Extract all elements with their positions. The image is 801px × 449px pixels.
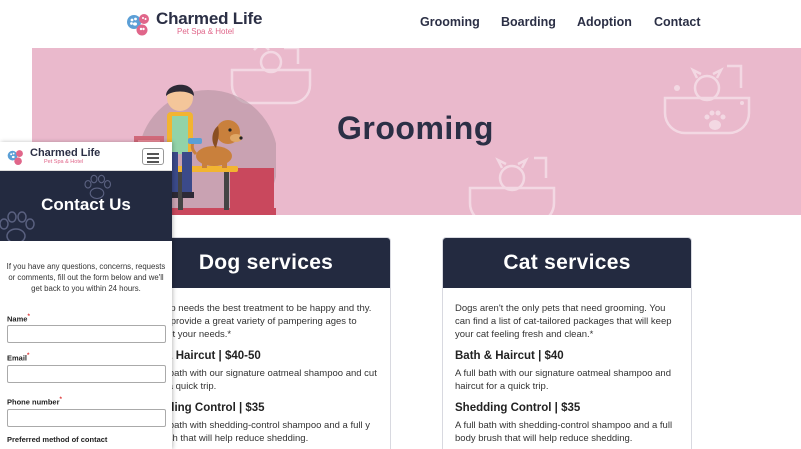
top-navigation: Charmed Life Pet Spa & Hotel Grooming Bo… xyxy=(0,0,801,48)
email-field[interactable] xyxy=(7,365,166,383)
nav-boarding[interactable]: Boarding xyxy=(501,15,556,29)
paw-pattern-icon xyxy=(704,110,726,130)
service-description: A full bath with our signature oatmeal s… xyxy=(455,368,671,392)
mobile-logo-tagline: Pet Spa & Hotel xyxy=(44,159,84,165)
paw-logo-icon xyxy=(7,150,23,165)
service-title: Bath & Haircut | $40 xyxy=(455,350,564,362)
cat-services-title: Cat services xyxy=(443,238,691,288)
mobile-logo-name: Charmed Life xyxy=(30,147,101,159)
name-field[interactable] xyxy=(7,325,166,343)
nav-adoption[interactable]: Adoption xyxy=(577,15,632,29)
service-description: A full bath with shedding-control shampo… xyxy=(455,420,673,444)
logo-tagline: Pet Spa & Hotel xyxy=(177,27,234,36)
dog-services-title: Dog services xyxy=(142,238,390,288)
nav-grooming[interactable]: Grooming xyxy=(420,15,480,29)
contact-method-label: Preferred method of contact xyxy=(7,435,108,444)
phone-field[interactable] xyxy=(7,409,166,427)
service-title: h & Haircut | $40-50 xyxy=(154,350,261,362)
email-label: Email* xyxy=(7,352,30,363)
service-title: Shedding Control | $35 xyxy=(455,402,581,414)
service-description: full bath with our signature oatmeal sha… xyxy=(154,368,377,392)
dog-services-card: Dog services r pup needs the best treatm… xyxy=(141,237,391,449)
site-logo[interactable]: Charmed Life Pet Spa & Hotel xyxy=(125,9,265,39)
mobile-header: Charmed Life Pet Spa & Hotel xyxy=(0,142,172,171)
contact-intro: If you have any questions, concerns, req… xyxy=(6,262,166,293)
service-description: full bath with shedding-control shampoo … xyxy=(154,420,370,444)
cat-services-intro: Dogs aren't the only pets that need groo… xyxy=(455,303,672,340)
name-label: Name* xyxy=(7,313,30,324)
logo-name: Charmed Life xyxy=(156,9,263,28)
nav-contact[interactable]: Contact xyxy=(654,15,701,29)
mobile-hero-title: Contact Us xyxy=(41,195,131,214)
dog-services-intro: r pup needs the best treatment to be hap… xyxy=(154,303,372,340)
cat-services-card: Cat services Dogs aren't the only pets t… xyxy=(442,237,692,449)
mobile-hero: Contact Us xyxy=(0,171,172,241)
paw-logo-icon xyxy=(127,14,149,36)
mobile-logo[interactable]: Charmed Life Pet Spa & Hotel xyxy=(6,147,116,169)
bathtub-pattern-icon xyxy=(468,156,556,215)
phone-label: Phone number* xyxy=(7,396,62,407)
mobile-contact-preview: Charmed Life Pet Spa & Hotel Contact Us … xyxy=(0,142,172,449)
hamburger-menu-icon[interactable] xyxy=(142,148,164,165)
page: Charmed Life Pet Spa & Hotel Grooming Bo… xyxy=(0,0,801,449)
hero-title: Grooming xyxy=(337,110,494,146)
service-title: edding Control | $35 xyxy=(154,402,265,414)
